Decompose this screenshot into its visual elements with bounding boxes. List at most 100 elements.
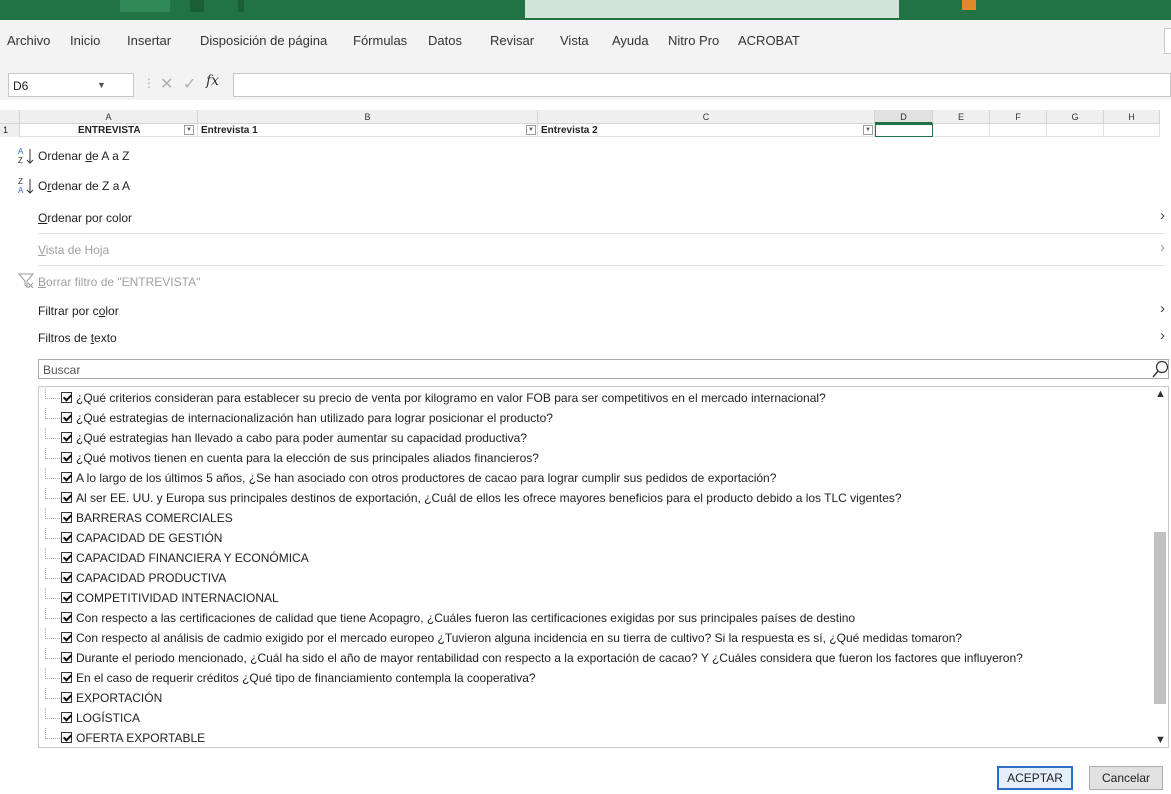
checkbox-checked-icon[interactable] xyxy=(61,412,72,423)
checkbox-checked-icon[interactable] xyxy=(61,512,72,523)
tab-insertar[interactable]: Insertar xyxy=(127,33,171,48)
account-icon[interactable] xyxy=(962,0,976,10)
cancel-button[interactable]: Cancelar xyxy=(1089,766,1163,790)
ribbon-share-stub[interactable] xyxy=(1164,28,1171,54)
clear-filter-item[interactable]: Borrar filtro de "ENTREVISTA" xyxy=(5,268,1171,296)
filter-list-item[interactable]: ¿Qué estrategias han llevado a cabo para… xyxy=(39,428,1149,448)
filter-list-item[interactable]: Con respecto a las certificaciones de ca… xyxy=(39,608,1149,628)
filter-dropdown-icon[interactable]: ▼ xyxy=(526,125,536,135)
filter-list-item[interactable]: COMPETITIVIDAD INTERNACIONAL xyxy=(39,588,1149,608)
scrollbar-thumb[interactable] xyxy=(1154,532,1166,704)
filter-list-item[interactable]: A lo largo de los últimos 5 años, ¿Se ha… xyxy=(39,468,1149,488)
cell-h1[interactable] xyxy=(1104,124,1160,137)
checkbox-checked-icon[interactable] xyxy=(61,652,72,663)
cell-d1[interactable] xyxy=(875,124,933,137)
tab-inicio[interactable]: Inicio xyxy=(70,33,100,48)
checkbox-checked-icon[interactable] xyxy=(61,692,72,703)
checkbox-checked-icon[interactable] xyxy=(61,492,72,503)
filter-list-item[interactable]: BARRERAS COMERCIALES xyxy=(39,508,1149,528)
tab-vista[interactable]: Vista xyxy=(560,33,589,48)
filter-list-item[interactable]: EXPORTACIÓN xyxy=(39,688,1149,708)
undo-icon[interactable] xyxy=(238,0,244,12)
filter-dropdown-icon[interactable]: ▼ xyxy=(863,125,873,135)
column-header-f[interactable]: F xyxy=(990,110,1047,124)
tab-archivo[interactable]: Archivo xyxy=(7,33,50,48)
checkbox-checked-icon[interactable] xyxy=(61,532,72,543)
column-header-g[interactable]: G xyxy=(1047,110,1104,124)
scroll-down-icon[interactable]: ▼ xyxy=(1155,734,1166,746)
filter-list-item[interactable]: CAPACIDAD PRODUCTIVA xyxy=(39,568,1149,588)
filter-dropdown-icon[interactable]: ▼ xyxy=(184,125,194,135)
checkbox-checked-icon[interactable] xyxy=(61,392,72,403)
tab-revisar[interactable]: Revisar xyxy=(490,33,534,48)
checkbox-checked-icon[interactable] xyxy=(61,632,72,643)
checkbox-checked-icon[interactable] xyxy=(61,452,72,463)
formula-input[interactable] xyxy=(233,73,1171,97)
save-icon[interactable] xyxy=(190,0,204,12)
insert-function-icon[interactable]: fx xyxy=(206,73,219,89)
checkbox-checked-icon[interactable] xyxy=(61,592,72,603)
cell-e1[interactable] xyxy=(933,124,990,137)
filter-list-item[interactable]: En el caso de requerir créditos ¿Qué tip… xyxy=(39,668,1149,688)
sort-z-to-a-item[interactable]: Z A Ordenar de Z a A xyxy=(5,172,1171,200)
sort-by-color-item[interactable]: Ordenar por color › xyxy=(5,204,1171,232)
cancel-icon[interactable]: ✕ xyxy=(160,74,173,94)
filter-search-input[interactable]: Buscar xyxy=(38,359,1169,379)
checkbox-checked-icon[interactable] xyxy=(61,612,72,623)
enter-check-icon[interactable]: ✓ xyxy=(183,74,196,94)
filter-list-item[interactable]: Al ser EE. UU. y Europa sus principales … xyxy=(39,488,1149,508)
tab-formulas[interactable]: Fórmulas xyxy=(353,33,407,48)
tab-acrobat[interactable]: ACROBAT xyxy=(738,33,800,48)
filter-values-list[interactable]: ¿Qué criterios consideran para establece… xyxy=(38,386,1169,748)
checkbox-checked-icon[interactable] xyxy=(61,472,72,483)
sort-color-label: Ordenar por color xyxy=(38,211,132,225)
tab-disposicion[interactable]: Disposición de página xyxy=(200,33,327,48)
chevron-right-icon: › xyxy=(1160,239,1165,256)
filter-list-item[interactable]: ¿Qué motivos tienen en cuenta para la el… xyxy=(39,448,1149,468)
filter-list-item[interactable]: CAPACIDAD FINANCIERA Y ECONÓMICA xyxy=(39,548,1149,568)
checkbox-checked-icon[interactable] xyxy=(61,672,72,683)
text-filters-item[interactable]: Filtros de texto › xyxy=(5,324,1171,352)
filter-list-item[interactable]: OFERTA EXPORTABLE xyxy=(39,728,1149,747)
cell-a1[interactable]: ENTREVISTA ▼ xyxy=(20,124,198,137)
checkbox-checked-icon[interactable] xyxy=(61,432,72,443)
drag-handle-icon[interactable]: ⋮ xyxy=(143,76,155,90)
tab-nitro-pro[interactable]: Nitro Pro xyxy=(668,33,719,48)
tab-datos[interactable]: Datos xyxy=(428,33,462,48)
filter-list-item[interactable]: CAPACIDAD DE GESTIÓN xyxy=(39,528,1149,548)
cell-f1[interactable] xyxy=(990,124,1047,137)
search-icon[interactable] xyxy=(1152,359,1170,379)
filter-by-color-item[interactable]: Filtrar por color › xyxy=(5,297,1171,325)
sheet-view-item[interactable]: Vista de Hoja › xyxy=(5,236,1171,264)
cell-b1[interactable]: Entrevista 1 ▼ xyxy=(198,124,538,137)
sort-a-to-z-item[interactable]: A Z Ordenar de A a Z xyxy=(5,142,1171,170)
row-header-1[interactable]: 1 xyxy=(0,124,20,137)
list-scrollbar[interactable]: ▲ ▼ xyxy=(1152,387,1168,747)
filter-list-item[interactable]: LOGÍSTICA xyxy=(39,708,1149,728)
column-header-e[interactable]: E xyxy=(933,110,990,124)
filter-list-item[interactable]: ¿Qué criterios consideran para establece… xyxy=(39,388,1149,408)
filter-list-item[interactable]: Con respecto al análisis de cadmio exigi… xyxy=(39,628,1149,648)
name-box[interactable]: D6 ▼ xyxy=(8,73,134,97)
select-all-corner[interactable] xyxy=(0,110,20,124)
column-header-b[interactable]: B xyxy=(198,110,538,124)
accept-button[interactable]: ACEPTAR xyxy=(997,766,1073,790)
checkbox-checked-icon[interactable] xyxy=(61,732,72,743)
checkbox-checked-icon[interactable] xyxy=(61,572,72,583)
cell-c1[interactable]: Entrevista 2 ▼ xyxy=(538,124,875,137)
checkbox-checked-icon[interactable] xyxy=(61,712,72,723)
chevron-right-icon: › xyxy=(1160,207,1165,224)
checkbox-checked-icon[interactable] xyxy=(61,552,72,563)
column-header-d[interactable]: D xyxy=(875,110,933,124)
cell-g1[interactable] xyxy=(1047,124,1104,137)
chevron-down-icon[interactable]: ▼ xyxy=(97,80,106,90)
column-header-a[interactable]: A xyxy=(20,110,198,124)
column-header-h[interactable]: H xyxy=(1104,110,1160,124)
filter-list-item[interactable]: ¿Qué estrategias de internacionalización… xyxy=(39,408,1149,428)
tab-ayuda[interactable]: Ayuda xyxy=(612,33,649,48)
column-header-c[interactable]: C xyxy=(538,110,875,124)
title-search-box[interactable] xyxy=(525,0,899,18)
quick-access-toolbar[interactable] xyxy=(120,0,170,12)
filter-list-item[interactable]: Durante el periodo mencionado, ¿Cuál ha … xyxy=(39,648,1149,668)
scroll-up-icon[interactable]: ▲ xyxy=(1155,388,1166,400)
